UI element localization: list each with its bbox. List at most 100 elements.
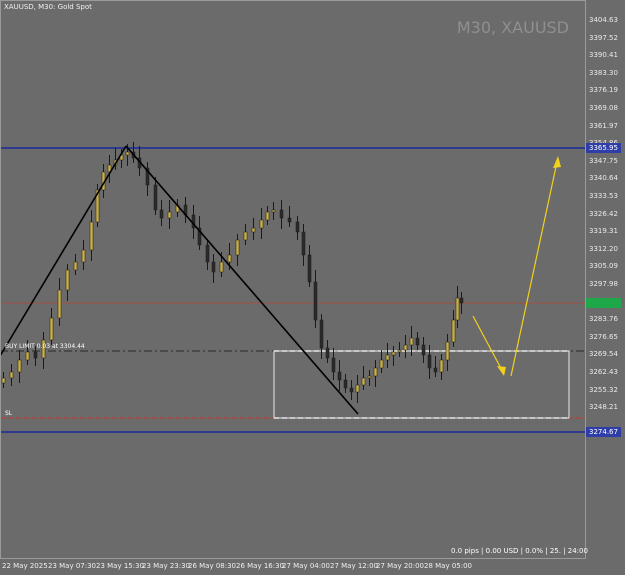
bearish-candle bbox=[343, 379, 348, 389]
bearish-candle bbox=[301, 231, 306, 256]
price-tick-label: 3255.32 bbox=[589, 385, 618, 394]
bearish-candle bbox=[331, 357, 336, 373]
bearish-candle bbox=[153, 184, 158, 211]
price-tick-label: 3404.63 bbox=[589, 16, 618, 24]
price-tick-label: 3283.76 bbox=[589, 315, 618, 324]
bearish-candle bbox=[279, 209, 284, 219]
symbol-watermark: M30, XAUUSD bbox=[456, 18, 569, 37]
projection-up-arrow bbox=[510, 161, 558, 377]
bearish-candle bbox=[211, 261, 216, 273]
price-tick-label: 3397.52 bbox=[589, 33, 618, 42]
bearish-candle bbox=[415, 337, 420, 346]
price-tick-label: 3390.41 bbox=[589, 51, 618, 60]
bearish-candle bbox=[159, 209, 164, 219]
bullish-candle bbox=[265, 211, 270, 221]
bullish-candle bbox=[243, 231, 248, 241]
bearish-candle bbox=[325, 347, 330, 359]
support-price-label: 3274.67 bbox=[586, 427, 621, 437]
bearish-candle bbox=[427, 354, 432, 369]
bullish-candle bbox=[439, 359, 444, 373]
resistance-price-label: 3365.95 bbox=[586, 143, 621, 153]
bullish-candle bbox=[259, 219, 264, 229]
bullish-candle bbox=[397, 349, 402, 353]
time-tick-label: 27 May 12:00 bbox=[330, 562, 379, 570]
time-tick-label: 23 May 23:30 bbox=[142, 562, 191, 570]
bearish-candle bbox=[313, 281, 318, 321]
time-tick-label: 26 May 16:30 bbox=[236, 562, 285, 570]
time-tick-label: 23 May 15:30 bbox=[96, 562, 145, 570]
bearish-candle bbox=[459, 297, 464, 304]
bullish-candle bbox=[227, 254, 232, 263]
bullish-candle bbox=[455, 297, 460, 321]
price-chart-canvas[interactable] bbox=[0, 0, 625, 575]
price-tick-label: 3369.08 bbox=[589, 104, 618, 112]
price-tick-label: 3376.19 bbox=[589, 86, 618, 95]
price-tick-label: 3361.97 bbox=[589, 121, 618, 130]
price-tick-label: 3297.98 bbox=[589, 280, 618, 288]
bearish-candle bbox=[319, 319, 324, 349]
time-tick-label: 27 May 20:00 bbox=[376, 562, 425, 570]
price-tick-label: 3262.43 bbox=[589, 368, 618, 376]
bullish-candle bbox=[251, 227, 256, 233]
price-tick-label: 3276.65 bbox=[589, 332, 618, 341]
projection-down-arrowhead bbox=[497, 366, 506, 376]
price-tick-label: 3333.53 bbox=[589, 192, 618, 200]
bullish-candle bbox=[57, 289, 62, 319]
bullish-candle bbox=[167, 211, 172, 219]
price-tick-label: 3347.75 bbox=[589, 156, 618, 165]
bullish-candle bbox=[219, 261, 224, 273]
bearish-candle bbox=[349, 387, 354, 393]
time-tick-label: 22 May 2025 bbox=[2, 562, 48, 570]
price-tick-label: 3340.64 bbox=[589, 174, 618, 183]
stop-loss-label[interactable]: SL bbox=[5, 410, 12, 417]
bearish-candle bbox=[33, 351, 38, 359]
price-tick-label: 3312.20 bbox=[589, 244, 618, 253]
bullish-candle bbox=[271, 209, 276, 213]
price-tick-label: 3383.30 bbox=[589, 68, 618, 77]
bullish-candle bbox=[361, 377, 366, 386]
bullish-candle bbox=[403, 344, 408, 351]
trade-status-readout: 0.0 pips | 0.00 USD | 0.0% | 25. | 24:00 bbox=[451, 547, 588, 555]
bullish-candle bbox=[385, 354, 390, 361]
bullish-candle bbox=[65, 269, 70, 291]
bullish-candle bbox=[1, 377, 6, 384]
price-tick-label: 3248.21 bbox=[589, 403, 618, 412]
price-tick-label: 3326.42 bbox=[589, 209, 618, 218]
uptrend-line bbox=[0, 145, 127, 357]
time-tick-label: 26 May 08:30 bbox=[188, 562, 237, 570]
bullish-candle bbox=[409, 337, 414, 346]
bullish-candle bbox=[81, 249, 86, 263]
bullish-candle bbox=[451, 319, 456, 343]
bullish-candle bbox=[25, 351, 30, 361]
projection-down-arrow bbox=[472, 315, 505, 375]
bearish-candle bbox=[307, 254, 312, 283]
time-tick-label: 28 May 05:00 bbox=[424, 562, 473, 570]
time-tick-label: 27 May 04:00 bbox=[282, 562, 331, 570]
bullish-candle bbox=[49, 317, 54, 341]
bearish-candle bbox=[295, 221, 300, 233]
projection-up-arrowhead bbox=[553, 156, 561, 168]
downtrend-line bbox=[125, 145, 359, 415]
bullish-candle bbox=[367, 375, 372, 379]
bullish-candle bbox=[373, 367, 378, 377]
bearish-candle bbox=[205, 244, 210, 263]
bearish-candle bbox=[421, 344, 426, 356]
bullish-candle bbox=[355, 384, 360, 393]
bearish-candle bbox=[337, 371, 342, 381]
bearish-candle bbox=[433, 367, 438, 373]
demand-zone-rectangle bbox=[273, 350, 570, 419]
bullish-candle bbox=[73, 261, 78, 271]
bearish-candle bbox=[287, 217, 292, 223]
price-tick-label: 3319.31 bbox=[589, 227, 618, 236]
bullish-candle bbox=[235, 239, 240, 256]
bullish-candle bbox=[125, 151, 130, 156]
chart-window[interactable]: XAUUSD, M30: Gold Spot M30, XAUUSD BUY L… bbox=[0, 0, 625, 575]
bullish-candle bbox=[445, 341, 450, 361]
time-tick-label: 23 May 07:30 bbox=[48, 562, 97, 570]
buy-limit-order-label[interactable]: BUY LIMIT 0.03 at 3304.44 bbox=[5, 343, 85, 350]
bullish-candle bbox=[89, 221, 94, 251]
bullish-candle bbox=[9, 371, 14, 379]
symbol-info: XAUUSD, M30: Gold Spot bbox=[4, 3, 92, 11]
current-price-label bbox=[586, 298, 621, 308]
price-tick-label: 3305.09 bbox=[589, 262, 618, 271]
